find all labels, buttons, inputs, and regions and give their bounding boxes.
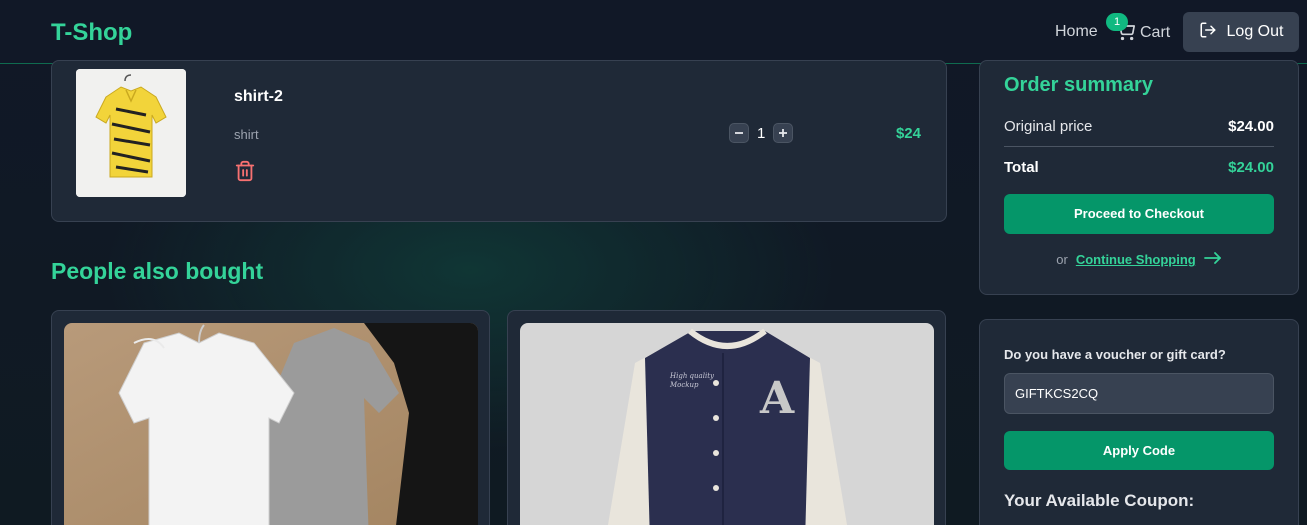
continue-shopping-link[interactable]: Continue Shopping	[1076, 252, 1196, 267]
order-summary-panel: Order summary Original price $24.00 Tota…	[979, 60, 1299, 295]
minus-icon	[735, 132, 743, 134]
continue-shopping-row: or Continue Shopping	[980, 252, 1298, 267]
top-navbar: T-Shop Home Cart 1 Log Out	[0, 0, 1307, 64]
product-image[interactable]: A High quality Mockup	[520, 323, 934, 525]
decrease-quantity-button[interactable]	[729, 123, 749, 143]
nav-cart-label: Cart	[1140, 24, 1171, 41]
cart-item-image[interactable]	[76, 69, 186, 197]
quantity-stepper: 1	[729, 123, 793, 143]
svg-text:A: A	[759, 373, 795, 424]
total-row: Total $24.00	[1004, 159, 1274, 176]
logout-button[interactable]: Log Out	[1183, 12, 1299, 52]
cart-item-price: $24	[895, 125, 921, 142]
apply-code-button[interactable]: Apply Code	[1004, 431, 1274, 470]
original-price-value: $24.00	[1228, 118, 1274, 135]
voucher-panel: Do you have a voucher or gift card? Appl…	[979, 319, 1299, 525]
available-coupon-title: Your Available Coupon:	[1004, 491, 1195, 510]
or-text: or	[1056, 252, 1068, 267]
logout-icon	[1199, 21, 1217, 44]
voucher-code-input[interactable]	[1004, 373, 1274, 414]
cart-item-card: shirt-2 shirt 1 $24	[51, 60, 947, 222]
cart-item-category: shirt	[234, 127, 259, 142]
cart-count-badge: 1	[1106, 13, 1128, 31]
cart-item-name: shirt-2	[234, 88, 283, 105]
recommendations-title: People also bought	[51, 258, 264, 284]
proceed-to-checkout-button[interactable]: Proceed to Checkout	[1004, 194, 1274, 234]
arrow-right-icon[interactable]	[1203, 252, 1222, 267]
svg-text:High quality: High quality	[669, 372, 715, 380]
quantity-value: 1	[757, 124, 766, 142]
brand-logo[interactable]: T-Shop	[51, 19, 132, 47]
increase-quantity-button[interactable]	[773, 123, 793, 143]
total-value: $24.00	[1228, 159, 1274, 176]
product-card[interactable]: A High quality Mockup	[507, 310, 946, 525]
original-price-row: Original price $24.00	[1004, 118, 1274, 135]
voucher-label: Do you have a voucher or gift card?	[1004, 347, 1226, 362]
total-label: Total	[1004, 159, 1039, 176]
nav-home-link[interactable]: Home	[1055, 23, 1098, 41]
original-price-label: Original price	[1004, 118, 1093, 135]
summary-divider	[1004, 146, 1274, 147]
logout-label: Log Out	[1226, 23, 1284, 40]
product-image[interactable]	[64, 323, 478, 525]
svg-text:Mockup: Mockup	[669, 381, 699, 389]
plus-icon	[779, 129, 787, 137]
trash-icon[interactable]	[234, 159, 256, 183]
product-card[interactable]	[51, 310, 490, 525]
order-summary-title: Order summary	[1004, 74, 1153, 96]
